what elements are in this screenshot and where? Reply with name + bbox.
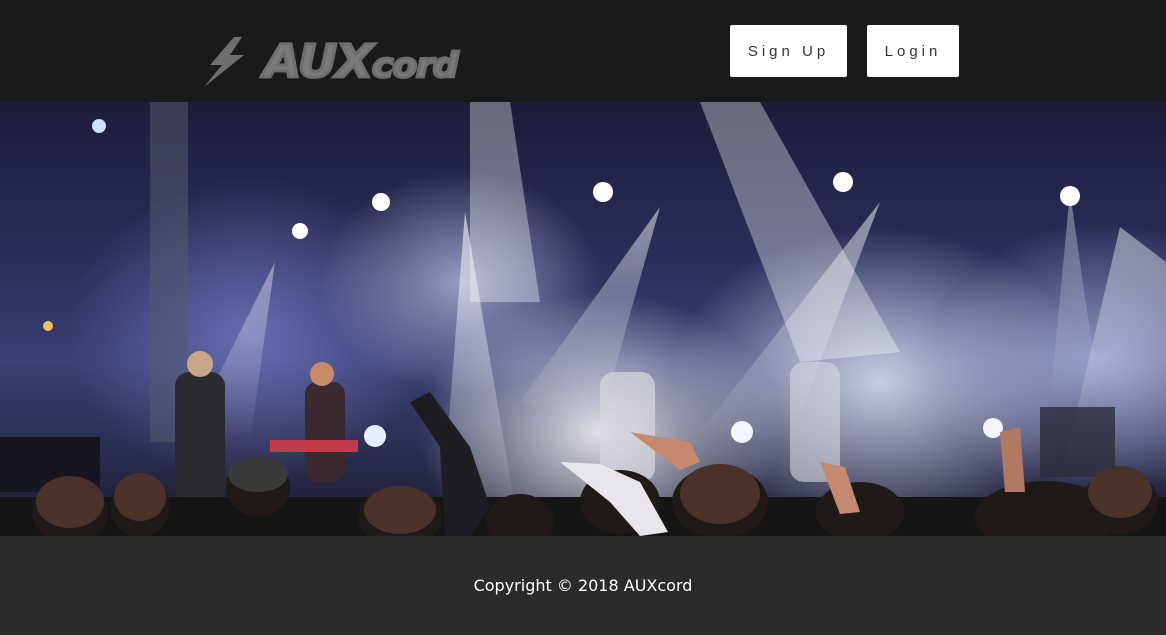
auxcord-logo[interactable]: AUXcord [196,34,600,90]
logo-text-rest: cord [370,45,460,87]
site-footer: Copyright © 2018 AUXcord [0,536,1166,635]
site-header: AUXcord Sign Up Login [0,0,1166,102]
lightning-bolt-icon [204,37,244,87]
logo-text-main: AUX [263,34,375,90]
concert-scene [0,102,1166,536]
hero-concert-image [0,102,1166,536]
logo-text: AUXcord [263,34,461,90]
login-button[interactable]: Login [867,25,959,77]
sign-up-button[interactable]: Sign Up [730,25,847,77]
copyright-text: Copyright © 2018 AUXcord [473,576,693,595]
